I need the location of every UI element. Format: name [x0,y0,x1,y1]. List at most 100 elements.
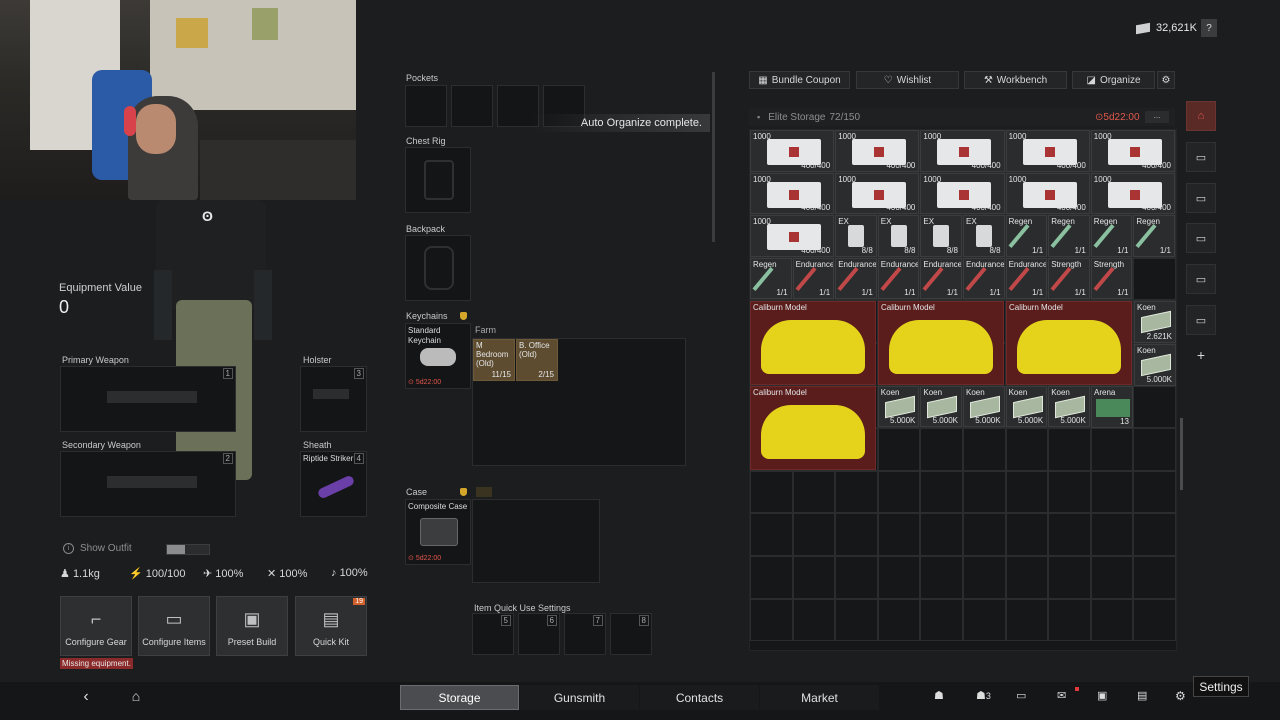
primary-weapon-slot[interactable]: 1 [60,366,236,432]
storage-grid-cell[interactable] [1090,513,1134,556]
secondary-weapon-slot[interactable]: 2 [60,451,236,517]
storage-grid-cell[interactable] [1090,470,1134,514]
medkit-item[interactable]: 1000 400/400 [1090,172,1175,215]
pocket-slot-1[interactable] [405,85,447,127]
storage-grid-cell[interactable] [1048,598,1091,642]
workbench-button[interactable]: ⚒ Workbench [964,71,1067,89]
storage-grid-cell[interactable] [750,556,793,599]
consumable-item[interactable]: Endurance 1/1 [835,257,877,300]
storage-grid-cell[interactable] [1005,428,1049,471]
side-storage-3-button[interactable]: ▭ [1186,223,1216,253]
configure-items-button[interactable]: ▭ Configure Items [138,596,210,656]
consumable-item[interactable]: Endurance 1/1 [792,257,835,300]
storage-more-button[interactable]: ... [1145,111,1169,123]
storage-scrollbar[interactable] [1180,418,1183,490]
storage-grid-cell[interactable] [877,428,921,471]
storage-grid-cell[interactable] [835,556,878,599]
storage-grid-cell[interactable] [1005,556,1049,599]
storage-grid-cell[interactable] [792,556,836,599]
storage-grid-cell[interactable] [1090,428,1134,471]
storage-grid-cell[interactable] [1005,513,1049,556]
medkit-item[interactable]: 1000 400/400 [750,172,835,215]
medkit-item[interactable]: 1000 400/400 [920,172,1005,215]
storage-grid-cell[interactable] [750,598,793,642]
storage-grid-cell[interactable] [877,470,921,514]
consumable-item[interactable]: EX 8/8 [835,215,877,257]
shop-button[interactable]: ▣ [1097,689,1107,702]
koen-item-a[interactable]: Koen 2.621K [1134,301,1176,343]
storage-grid-cell[interactable] [963,513,1006,556]
storage-grid-cell[interactable] [792,598,836,642]
medkit-item[interactable]: 1000 400/400 [1005,172,1090,215]
koen-item-b[interactable]: Koen 5.000K [1134,344,1176,386]
chat-button[interactable]: ▭ [1016,689,1026,702]
storage-grid-cell[interactable] [1005,598,1049,642]
quick-use-slot-8[interactable]: 8 [610,613,652,655]
storage-grid-cell[interactable] [1133,513,1176,556]
storage-grid-cell[interactable] [1048,513,1091,556]
consumable-item[interactable]: Regen 1/1 [1005,215,1048,257]
storage-grid-cell[interactable] [1133,598,1176,642]
medkit-item[interactable]: 1000 400/400 [920,130,1005,172]
storage-grid-cell[interactable] [835,470,878,514]
consumable-item[interactable]: Strength 1/1 [1048,257,1090,300]
mail-button[interactable]: ✉ [1057,687,1079,702]
sheath-slot[interactable]: Riptide Striker 4 [300,451,367,517]
consumable-item[interactable]: Strength 1/1 [1090,257,1133,300]
configure-gear-button[interactable]: ⌐ Configure Gear [60,596,132,656]
consumable-item[interactable]: EX 8/8 [877,215,920,257]
preset-build-button[interactable]: ▣ Preset Build [216,596,288,656]
quick-kit-button[interactable]: ▤ Quick Kit 19 [295,596,367,656]
consumable-item[interactable]: EX 8/8 [920,215,962,257]
storage-grid-cell[interactable] [750,513,793,556]
pocket-slot-2[interactable] [451,85,493,127]
keychain-slot[interactable]: Standard Keychain ⊙ 5d22:00 [405,323,471,389]
storage-grid-cell[interactable] [1133,470,1176,514]
tab-market[interactable]: Market [760,685,879,710]
storage-grid-cell[interactable] [835,598,878,642]
organize-settings-button[interactable]: ⚙ [1157,71,1175,89]
storage-grid-cell[interactable] [750,470,793,514]
consumable-item[interactable]: Regen 1/1 [1133,215,1175,257]
bundle-coupon-button[interactable]: ▦ Bundle Coupon [749,71,850,89]
consumable-item[interactable]: Endurance 1/1 [877,257,920,300]
storage-grid-cell[interactable] [963,470,1006,514]
quick-use-slot-6[interactable]: 6 [518,613,560,655]
car-item-1[interactable]: Caliburn Model [750,301,876,385]
consumable-item[interactable]: Regen 1/1 [750,257,792,300]
show-outfit-toggle[interactable] [166,544,210,555]
loadout-scrollbar[interactable] [712,72,715,242]
storage-grid-cell[interactable] [920,470,963,514]
side-storage-5-button[interactable]: ▭ [1186,305,1216,335]
koen-item[interactable]: Koen 5.000K [877,385,920,428]
side-storage-1-button[interactable]: ▭ [1186,142,1216,172]
consumable-item[interactable]: EX 8/8 [963,215,1005,257]
storage-grid-cell[interactable] [1005,470,1049,514]
storage-grid-cell[interactable] [877,556,921,599]
back-button[interactable]: ‹ [76,688,96,706]
side-storage-2-button[interactable]: ▭ [1186,183,1216,213]
storage-grid-cell[interactable] [835,513,878,556]
koen-item[interactable]: Koen 5.000K [920,385,962,428]
storage-grid-cell[interactable] [1048,470,1091,514]
consumable-item[interactable]: Endurance 1/1 [963,257,1005,300]
storage-grid-cell[interactable] [1090,556,1134,599]
storage-grid-cell[interactable] [792,470,836,514]
side-storage-4-button[interactable]: ▭ [1186,264,1216,294]
storage-grid-cell[interactable] [1133,385,1176,429]
arena-item[interactable]: Arena 13 [1091,386,1133,428]
car-item-3[interactable]: Caliburn Model [1006,301,1132,385]
car-item-4[interactable]: Caliburn Model [750,386,876,470]
side-add-button[interactable]: + [1186,340,1216,370]
settings-button[interactable]: ⚙ [1175,689,1186,703]
chest-rig-slot[interactable] [405,147,471,213]
storage-grid-cell[interactable] [877,513,921,556]
koen-item[interactable]: Koen 5.000K [963,385,1005,428]
medkit-item[interactable]: 1000 400/400 [1005,130,1090,172]
medkit-item[interactable]: 1000 400/400 [835,130,920,172]
consumable-item[interactable]: Endurance 1/1 [920,257,962,300]
storage-grid-cell[interactable] [1048,556,1091,599]
storage-grid-cell[interactable] [920,598,963,642]
car-item-2[interactable]: Caliburn Model [878,301,1004,385]
quick-use-slot-7[interactable]: 7 [564,613,606,655]
